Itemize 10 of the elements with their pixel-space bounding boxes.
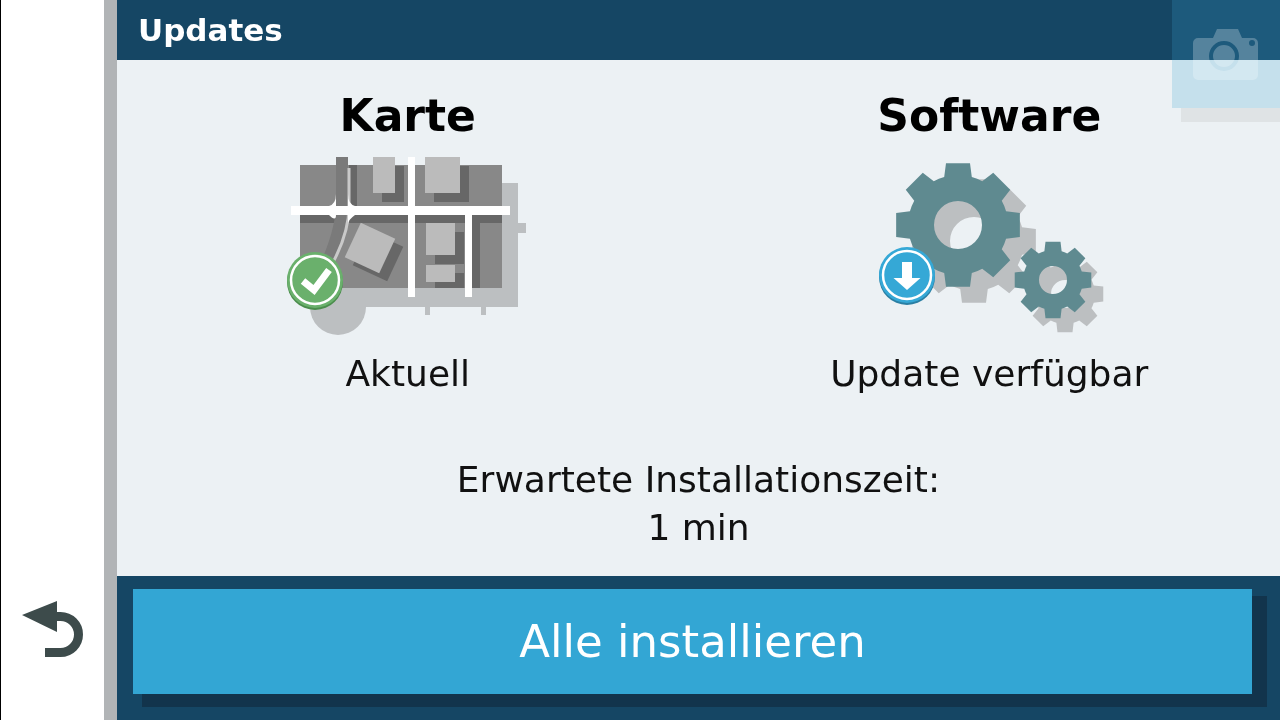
install-time-value: 1 min — [647, 506, 750, 550]
status-text: Aktuell — [345, 351, 471, 395]
back-button[interactable] — [22, 600, 84, 660]
install-time-label: Erwartete Installationszeit: — [456, 458, 941, 502]
camera-icon — [1192, 29, 1258, 80]
section-title: Software — [877, 90, 1102, 143]
header-title: Updates — [138, 11, 283, 50]
section-title: Karte — [339, 90, 476, 143]
status-text: Update verfügbar — [830, 351, 1149, 395]
u-turn-arrow-icon — [22, 600, 84, 660]
